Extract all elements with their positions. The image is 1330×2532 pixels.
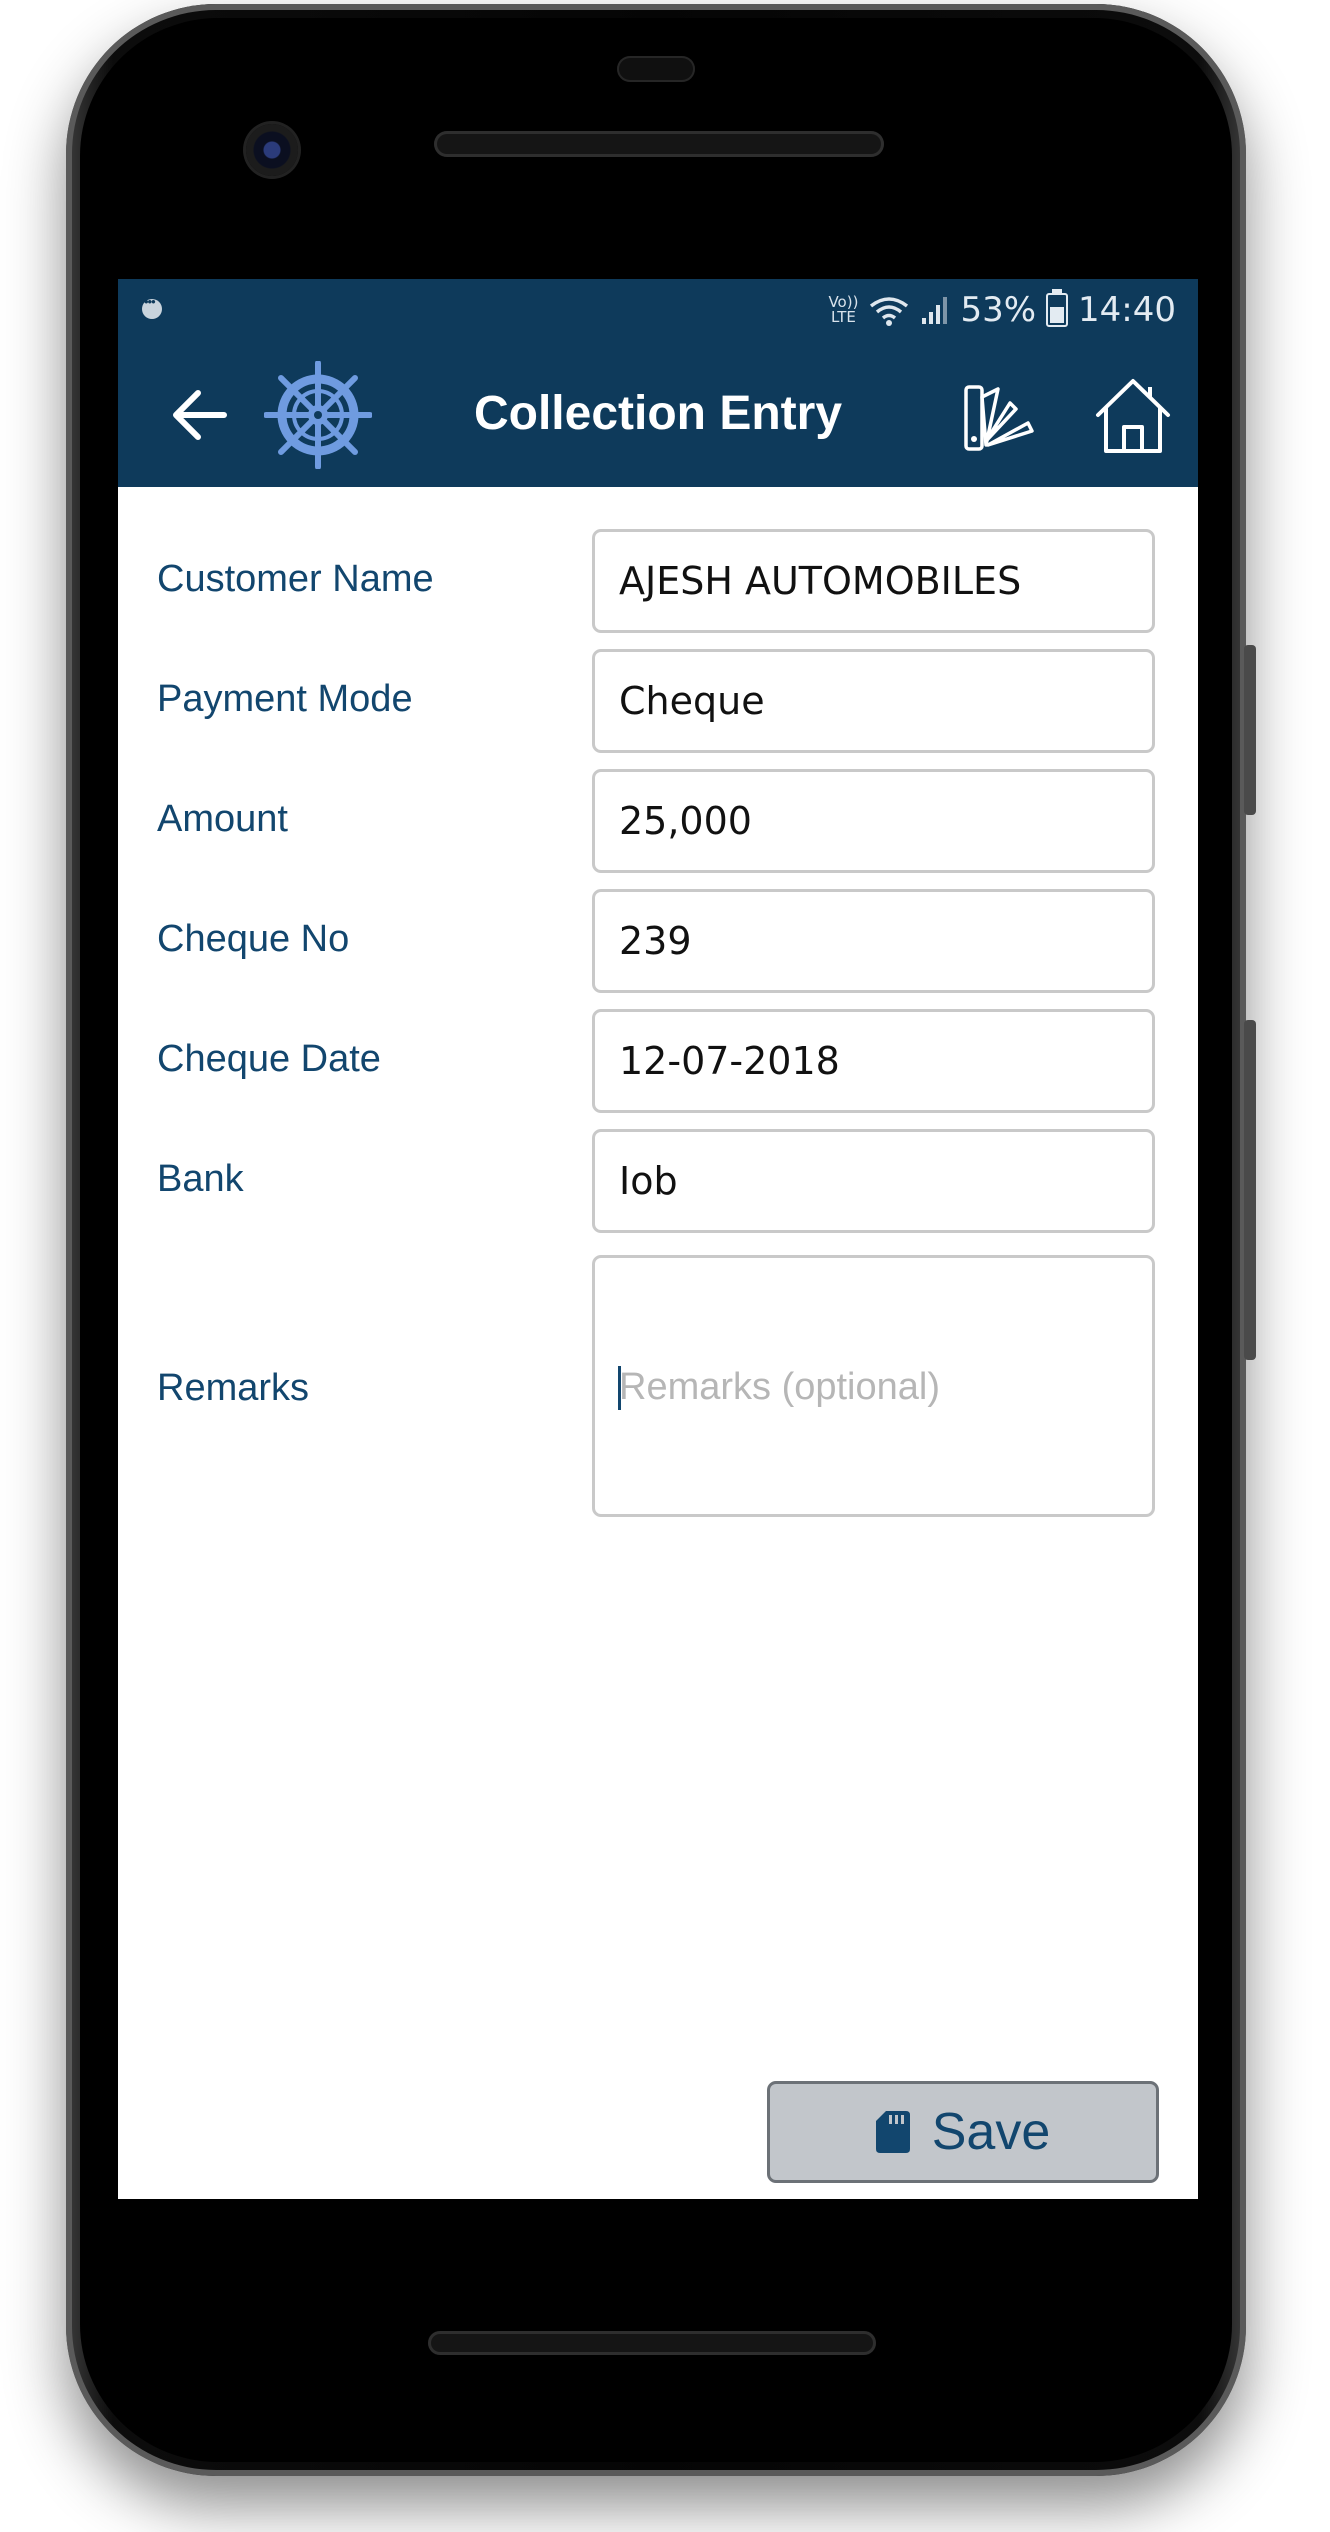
payment-mode-label: Payment Mode xyxy=(157,678,413,720)
app-screen: Vo)) LTE 53% 14:40 xyxy=(118,279,1198,2199)
cheque-date-label: Cheque Date xyxy=(157,1038,381,1080)
battery-percentage: 53% xyxy=(960,290,1037,330)
status-indicators: Vo)) LTE 53% 14:40 xyxy=(828,279,1176,341)
earpiece-speaker xyxy=(434,131,884,157)
cheque-date-row: Cheque Date 12-07-2018 xyxy=(118,1009,1198,1113)
cheque-date-field[interactable]: 12-07-2018 xyxy=(592,1009,1155,1113)
amount-field[interactable]: 25,000 xyxy=(592,769,1155,873)
remarks-row: Remarks Remarks (optional) xyxy=(118,1255,1198,1517)
page-title: Collection Entry xyxy=(473,387,843,440)
customer-name-label: Customer Name xyxy=(157,558,434,600)
customer-name-row: Customer Name AJESH AUTOMOBILES xyxy=(118,529,1198,633)
save-button-label: Save xyxy=(931,2103,1051,2161)
bank-field[interactable]: Iob xyxy=(592,1129,1155,1233)
save-button[interactable]: Save xyxy=(767,2081,1159,2183)
bottom-speaker xyxy=(428,2331,876,2355)
status-bar: Vo)) LTE 53% 14:40 xyxy=(118,279,1198,341)
amount-label: Amount xyxy=(157,798,288,840)
payment-mode-row: Payment Mode Cheque xyxy=(118,649,1198,753)
bank-row: Bank Iob xyxy=(118,1129,1198,1233)
clock: 14:40 xyxy=(1078,290,1176,330)
color-palette-icon[interactable] xyxy=(962,379,1038,455)
remarks-label: Remarks xyxy=(157,1367,310,1409)
front-camera xyxy=(246,124,298,176)
ship-wheel-icon xyxy=(264,361,372,469)
remarks-field[interactable]: Remarks (optional) xyxy=(592,1255,1155,1517)
proximity-sensor xyxy=(617,56,695,82)
bank-label: Bank xyxy=(157,1158,244,1200)
volume-button xyxy=(1244,1020,1256,1360)
home-icon[interactable] xyxy=(1092,375,1174,457)
payment-mode-field[interactable]: Cheque xyxy=(592,649,1155,753)
customer-name-field[interactable]: AJESH AUTOMOBILES xyxy=(592,529,1155,633)
remarks-placeholder: Remarks (optional) xyxy=(619,1366,940,1408)
cheque-no-row: Cheque No 239 xyxy=(118,889,1198,993)
text-cursor xyxy=(618,1366,621,1410)
volte-indicator: Vo)) LTE xyxy=(828,293,859,326)
cheque-no-label: Cheque No xyxy=(157,918,350,960)
message-notification-icon xyxy=(142,294,162,319)
cheque-no-field[interactable]: 239 xyxy=(592,889,1155,993)
wifi-icon xyxy=(870,297,909,326)
amount-row: Amount 25,000 xyxy=(118,769,1198,873)
power-button xyxy=(1244,645,1256,815)
arrow-left-icon[interactable] xyxy=(166,381,234,449)
signal-icon xyxy=(922,297,948,324)
battery-icon xyxy=(1046,289,1069,327)
app-bar: Collection Entry xyxy=(118,341,1198,487)
sd-card-icon xyxy=(875,2111,910,2153)
